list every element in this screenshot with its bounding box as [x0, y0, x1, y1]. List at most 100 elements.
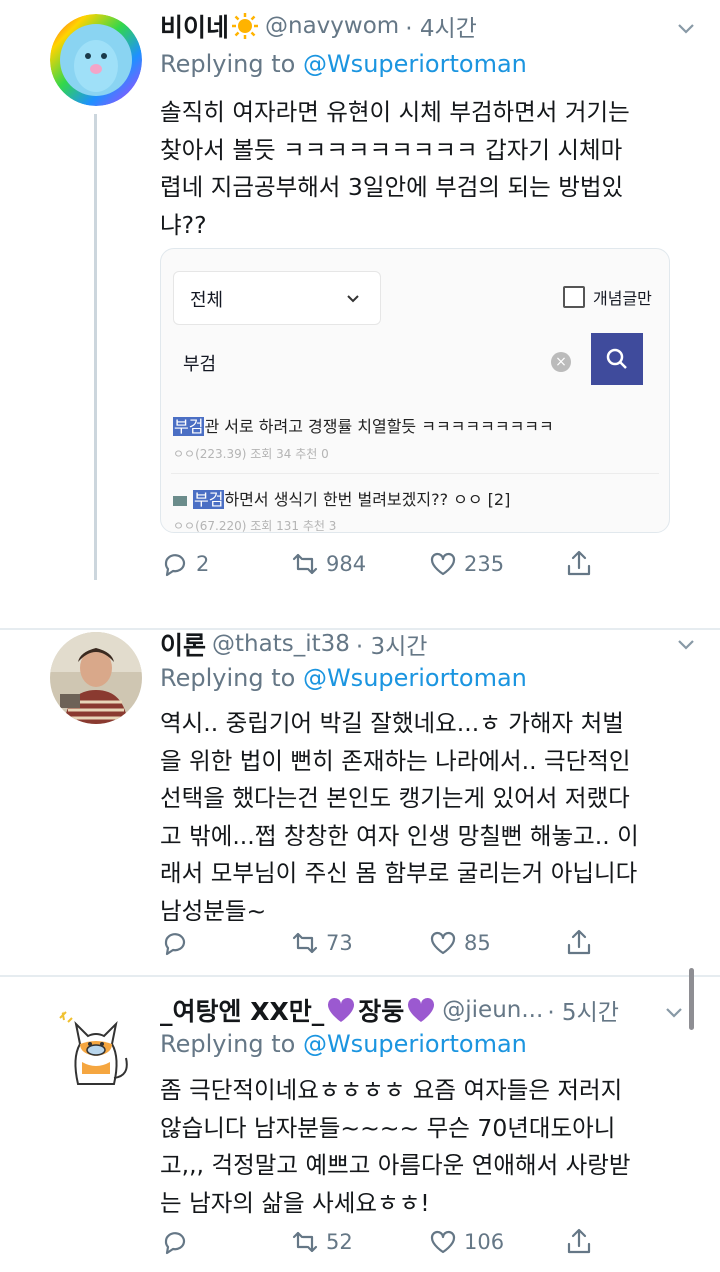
display-name-part[interactable]: 장둥	[358, 992, 404, 1028]
user-handle[interactable]: @jieun...	[442, 997, 543, 1023]
display-name[interactable]: 비이네	[160, 8, 229, 44]
text-line: 냐??	[160, 210, 207, 239]
result-highlight: 부검	[173, 417, 205, 436]
share-icon	[567, 1228, 591, 1254]
text-line: 않습니다 남자분들~~~~ 무슨 70년대도아니	[160, 1113, 616, 1142]
text-line: 는 남자의 삶을 사세요ㅎㅎ!	[160, 1188, 430, 1217]
attached-image[interactable]: 전체 개념글만 부검 × 부검관 서로 하려고 경쟁률 치열할듯 ㅋㅋㅋㅋㅋㅋㅋ…	[160, 248, 670, 533]
sun-emoji-icon	[231, 12, 259, 40]
tweet-header: 비이네 @navywom · 4시간	[160, 6, 700, 46]
like-count: 85	[464, 931, 491, 955]
concept-only-checkbox[interactable]: 개념글만	[563, 285, 652, 309]
divider	[0, 975, 720, 977]
image-post-icon	[173, 495, 187, 506]
chevron-down-icon	[346, 290, 360, 311]
retweet-icon	[292, 1231, 318, 1253]
reply-icon	[164, 554, 186, 577]
result-meta: ㅇㅇ(67.220) 조회 131 추천 3	[173, 519, 337, 533]
like-count: 235	[464, 552, 505, 576]
display-name-part[interactable]: _여탕엔 XX만_	[160, 992, 324, 1028]
text-line: 찾아서 볼듯 ㅋㅋㅋㅋㅋㅋㅋㅋㅋ 갑자기 시체마	[160, 135, 623, 164]
reply-button[interactable]	[160, 1222, 196, 1262]
text-line: 선택을 했다는건 본인도 캥기는게 있어서 저랬다	[160, 784, 630, 812]
share-button[interactable]	[564, 923, 594, 963]
clear-icon[interactable]: ×	[551, 352, 571, 372]
retweet-icon	[292, 932, 318, 954]
reply-icon	[164, 933, 186, 956]
like-button[interactable]: 85	[428, 923, 491, 963]
user-handle[interactable]: @navywom	[265, 13, 399, 39]
result-meta: ㅇㅇ(223.39) 조회 34 추천 0	[173, 447, 329, 461]
share-icon	[567, 929, 591, 955]
result-title: 하면서 생식기 한번 벌려보겠지?? ㅇㅇ [2]	[224, 490, 511, 509]
like-icon	[430, 552, 456, 576]
share-icon	[567, 550, 591, 576]
like-button[interactable]: 235	[428, 544, 504, 584]
search-button[interactable]	[591, 333, 643, 385]
tweet-actions: 52 106	[160, 1222, 600, 1262]
purple-heart-icon	[326, 996, 356, 1024]
retweet-count: 984	[326, 552, 367, 576]
avatar-thats-it38[interactable]	[50, 632, 142, 724]
mention-link[interactable]: @Wsuperiortoman	[303, 50, 527, 78]
scrollbar[interactable]	[689, 968, 694, 1030]
tweet-text: 좀 극단적이네요ㅎㅎㅎㅎ 요즘 여자들은 저러지 않습니다 남자분들~~~~ 무…	[160, 1072, 680, 1222]
tweet-1[interactable]: 비이네 @navywom · 4시간 Replying to @Wsuperio…	[0, 0, 720, 600]
reply-count: 2	[196, 552, 210, 576]
replying-prefix: Replying to	[160, 50, 296, 78]
mention-link[interactable]: @Wsuperiortoman	[303, 664, 527, 692]
divider	[171, 473, 659, 474]
reply-button[interactable]	[160, 923, 196, 963]
chevron-down-icon[interactable]	[674, 632, 698, 656]
retweet-button[interactable]: 984	[290, 544, 366, 584]
search-result[interactable]: 부검하면서 생식기 한번 벌려보겠지?? ㅇㅇ [2]	[173, 486, 510, 510]
share-button[interactable]	[564, 544, 594, 584]
chevron-down-icon[interactable]	[674, 16, 698, 40]
timestamp[interactable]: · 3시간	[356, 627, 428, 661]
tweet-text: 역시.. 중립기어 박길 잘했네요...ㅎ 가해자 처벌 을 위한 법이 뻔히 …	[160, 705, 680, 930]
replying-prefix: Replying to	[160, 1030, 296, 1058]
search-result[interactable]: 부검관 서로 하려고 경쟁률 치열할듯 ㅋㅋㅋㅋㅋㅋㅋㅋㅋ	[173, 413, 554, 437]
avatar-navywom[interactable]	[50, 14, 142, 106]
replying-prefix: Replying to	[160, 664, 296, 692]
text-line: 역시.. 중립기어 박길 잘했네요...ㅎ 가해자 처벌	[160, 709, 624, 737]
tweet-text: 솔직히 여자라면 유현이 시체 부검하면서 거기는 찾아서 볼듯 ㅋㅋㅋㅋㅋㅋㅋ…	[160, 94, 680, 244]
share-button[interactable]	[564, 1222, 594, 1262]
search-input[interactable]: 부검 ×	[173, 337, 591, 387]
retweet-icon	[292, 553, 318, 575]
avatar-jieun[interactable]	[50, 998, 142, 1090]
checkbox-label: 개념글만	[593, 289, 652, 308]
search-icon	[606, 348, 627, 369]
category-select[interactable]: 전체	[173, 271, 381, 325]
tweet-3[interactable]: _여탕엔 XX만_ 장둥 @jieun... · 5시간 Replying to…	[0, 978, 720, 1272]
replying-to: Replying to @Wsuperiortoman	[160, 50, 527, 78]
text-line: 좀 극단적이네요ㅎㅎㅎㅎ 요즘 여자들은 저러지	[160, 1076, 623, 1104]
timestamp[interactable]: · 4시간	[405, 9, 477, 43]
tweet-actions: 2 984 235	[160, 544, 600, 584]
retweet-count: 52	[326, 1230, 353, 1254]
tweet-2[interactable]: 이론 @thats_it38 · 3시간 Replying to @Wsuper…	[0, 630, 720, 975]
retweet-button[interactable]: 52	[290, 1222, 353, 1262]
tweet-header: _여탕엔 XX만_ 장둥 @jieun... · 5시간	[160, 990, 700, 1030]
timestamp[interactable]: · 5시간	[547, 993, 619, 1027]
display-name[interactable]: 이론	[160, 626, 206, 662]
text-line: 래서 모부님이 주신 몸 함부로 굴리는거 아닙니다	[160, 859, 638, 887]
checkbox-box[interactable]	[563, 286, 585, 308]
thread-line	[94, 114, 97, 580]
retweet-button[interactable]: 73	[290, 923, 353, 963]
tweet-actions: 73 85	[160, 923, 600, 963]
like-icon	[430, 1230, 456, 1254]
chevron-down-icon[interactable]	[662, 1000, 686, 1024]
select-value: 전체	[190, 290, 224, 311]
tweet-header: 이론 @thats_it38 · 3시간	[160, 624, 700, 664]
reply-button[interactable]: 2	[160, 544, 209, 584]
like-icon	[430, 931, 456, 955]
user-handle[interactable]: @thats_it38	[212, 631, 350, 657]
mention-link[interactable]: @Wsuperiortoman	[303, 1030, 527, 1058]
result-title: 관 서로 하려고 경쟁률 치열할듯 ㅋㅋㅋㅋㅋㅋㅋㅋㅋ	[204, 417, 554, 436]
retweet-count: 73	[326, 931, 353, 955]
like-count: 106	[464, 1230, 505, 1254]
result-highlight: 부검	[193, 490, 225, 509]
text-line: 을 위한 법이 뻔히 존재하는 나라에서.. 극단적인	[160, 746, 631, 775]
like-button[interactable]: 106	[428, 1222, 504, 1262]
